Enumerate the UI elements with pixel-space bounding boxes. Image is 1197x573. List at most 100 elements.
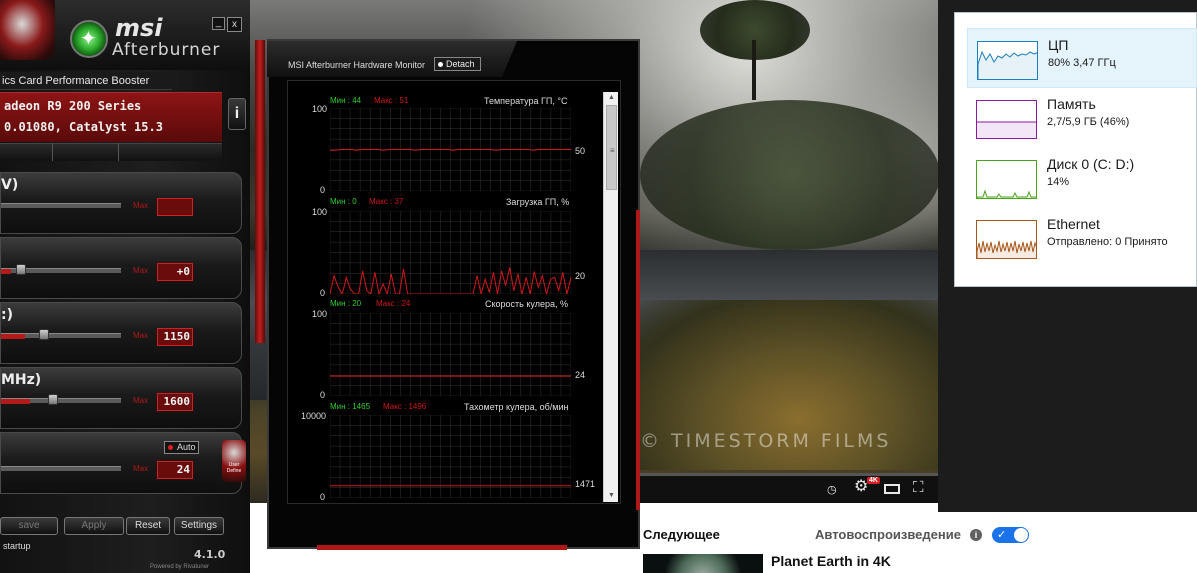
next-video-title[interactable]: Planet Earth in 4K bbox=[771, 553, 891, 569]
video-thumbnail[interactable] bbox=[643, 554, 763, 573]
forest bbox=[640, 100, 940, 250]
graphics-card-info: adeon R9 200 Series 0.01080, Catalyst 15… bbox=[0, 92, 222, 142]
disk-graph-svg bbox=[977, 189, 1036, 198]
tab-divider bbox=[118, 143, 119, 161]
tagline: ics Card Performance Booster bbox=[0, 72, 172, 90]
graph-title: Температура ГП, °C bbox=[484, 96, 568, 106]
tm-item-ethernet[interactable]: Ethernet Отправлено: 0 Принято bbox=[967, 208, 1197, 268]
detach-button[interactable]: Detach bbox=[434, 57, 481, 71]
apply-button[interactable]: Apply bbox=[64, 517, 124, 535]
tm-detail: Отправлено: 0 Принято bbox=[1047, 236, 1168, 248]
tm-detail: 14% bbox=[1047, 176, 1070, 188]
detach-label: Detach bbox=[446, 59, 475, 69]
cpu-graph-svg bbox=[978, 50, 1037, 79]
slider-track[interactable] bbox=[1, 466, 121, 471]
driver-version: 0.01080, Catalyst 15.3 bbox=[4, 120, 163, 134]
max-label: Max bbox=[133, 266, 149, 275]
slider-panel-memory-clock: MHz) Max 1600 bbox=[0, 367, 242, 429]
ethernet-graph-svg bbox=[977, 240, 1036, 258]
graph-y-max: 10000 bbox=[301, 411, 327, 421]
memory-clock-value[interactable]: 1600 bbox=[157, 393, 193, 411]
auto-indicator-icon bbox=[168, 445, 173, 450]
slider-label: :) bbox=[1, 307, 13, 323]
slider-track[interactable] bbox=[1, 333, 121, 339]
tm-detail: 80% 3,47 ГГц bbox=[1048, 57, 1116, 69]
max-label: Max bbox=[133, 331, 149, 340]
graph-y-max: 100 bbox=[312, 207, 328, 217]
video-watermark: © TIMESTORM FILMS bbox=[640, 430, 892, 452]
tm-item-disk[interactable]: Диск 0 (C: D:) 14% bbox=[967, 148, 1197, 208]
slider-track[interactable] bbox=[1, 203, 121, 208]
scroll-down-arrow-icon[interactable]: ▼ bbox=[604, 490, 619, 502]
max-label: Max bbox=[133, 396, 149, 405]
graph-y-max: 100 bbox=[312, 309, 328, 319]
scroll-up-arrow-icon[interactable]: ▲ bbox=[604, 92, 619, 104]
slider-label: MHz) bbox=[1, 372, 42, 388]
scroll-grip-icon: ≡ bbox=[610, 146, 615, 155]
gpu-load-graph bbox=[330, 211, 571, 294]
fan-auto-button[interactable]: Auto bbox=[164, 441, 199, 454]
page-background bbox=[1045, 512, 1197, 573]
slider-fill bbox=[1, 269, 11, 274]
graph-y-max: 100 bbox=[312, 104, 328, 114]
tm-detail: 2,7/5,9 ГБ (46%) bbox=[1047, 116, 1130, 128]
task-manager-sidebar: ЦП 80% 3,47 ГГц Память 2,7/5,9 ГБ (46%) … bbox=[954, 12, 1197, 287]
tm-item-memory[interactable]: Память 2,7/5,9 ГБ (46%) bbox=[967, 88, 1197, 148]
core-clock-value[interactable]: 1150 bbox=[157, 328, 193, 346]
video-progress-bar[interactable] bbox=[630, 473, 938, 476]
hardware-monitor-title: MSI Afterburner Hardware Monitor bbox=[288, 60, 426, 70]
tab-strip bbox=[0, 143, 222, 161]
graph-max-label: Макс : 24 bbox=[376, 299, 411, 308]
monitor-scrollbar[interactable]: ▲ ≡ ▼ bbox=[603, 92, 618, 502]
brand-afterburner: Afterburner bbox=[112, 40, 221, 60]
tm-name: Диск 0 (C: D:) bbox=[1047, 156, 1135, 172]
settings-button[interactable]: Settings bbox=[174, 517, 224, 535]
fullscreen-icon[interactable]: ⛶ bbox=[913, 480, 924, 495]
disk-graph bbox=[976, 160, 1037, 199]
slider-panel-power: Max +0 bbox=[0, 237, 242, 299]
tree-trunk bbox=[752, 40, 756, 100]
graph-max-label: Макс : 37 bbox=[369, 197, 404, 206]
info-button[interactable]: i bbox=[228, 98, 246, 130]
graph-min-label: Мин : 44 bbox=[330, 96, 362, 105]
graph-title: Загрузка ГП, % bbox=[506, 197, 570, 207]
logo-star-icon: ✦ bbox=[80, 28, 97, 50]
fan-tachometer-graph bbox=[330, 415, 571, 498]
graph-y-min: 0 bbox=[320, 390, 326, 400]
graph-min-label: Мин : 20 bbox=[330, 299, 362, 308]
graph-min-label: Мин : 0 bbox=[330, 197, 357, 206]
cpu-graph bbox=[977, 41, 1038, 80]
slider-thumb[interactable] bbox=[16, 264, 26, 275]
save-button[interactable]: save bbox=[0, 517, 58, 535]
max-label: Max bbox=[133, 464, 149, 473]
graph-y-min: 0 bbox=[320, 185, 326, 195]
monitor-red-accent bbox=[317, 545, 567, 550]
user-define-button[interactable]: User Define bbox=[222, 440, 246, 482]
version-label: 4.1.0 bbox=[194, 548, 226, 561]
slider-thumb[interactable] bbox=[39, 329, 49, 340]
graph-current-value: 20 bbox=[575, 271, 586, 281]
info-icon[interactable]: i bbox=[970, 529, 982, 541]
reset-button[interactable]: Reset bbox=[126, 517, 170, 535]
voltage-value[interactable] bbox=[157, 198, 193, 216]
fan-speed-value[interactable]: 24 bbox=[157, 461, 193, 479]
power-value[interactable]: +0 bbox=[157, 263, 193, 281]
graph-y-min: 0 bbox=[320, 492, 326, 502]
memory-graph-svg bbox=[977, 121, 1036, 138]
slider-thumb[interactable] bbox=[48, 394, 58, 405]
memory-graph bbox=[976, 100, 1037, 139]
check-icon: ✓ bbox=[997, 529, 1007, 541]
close-button[interactable]: x bbox=[227, 17, 242, 32]
slider-panel-core-clock: :) Max 1150 bbox=[0, 302, 242, 364]
auto-label: Auto bbox=[177, 442, 196, 452]
autoplay-toggle[interactable]: ✓ bbox=[992, 527, 1029, 543]
minimize-button[interactable]: _ bbox=[212, 17, 225, 30]
theater-mode-icon[interactable] bbox=[884, 484, 900, 494]
slider-track[interactable] bbox=[1, 398, 121, 404]
tm-item-cpu[interactable]: ЦП 80% 3,47 ГГц bbox=[967, 28, 1197, 88]
quality-badge: 4K bbox=[867, 477, 880, 484]
graph-y-min: 0 bbox=[320, 288, 326, 298]
detach-icon bbox=[438, 62, 443, 67]
tm-name: ЦП bbox=[1048, 37, 1069, 53]
clock-icon[interactable]: ◷ bbox=[827, 483, 837, 497]
